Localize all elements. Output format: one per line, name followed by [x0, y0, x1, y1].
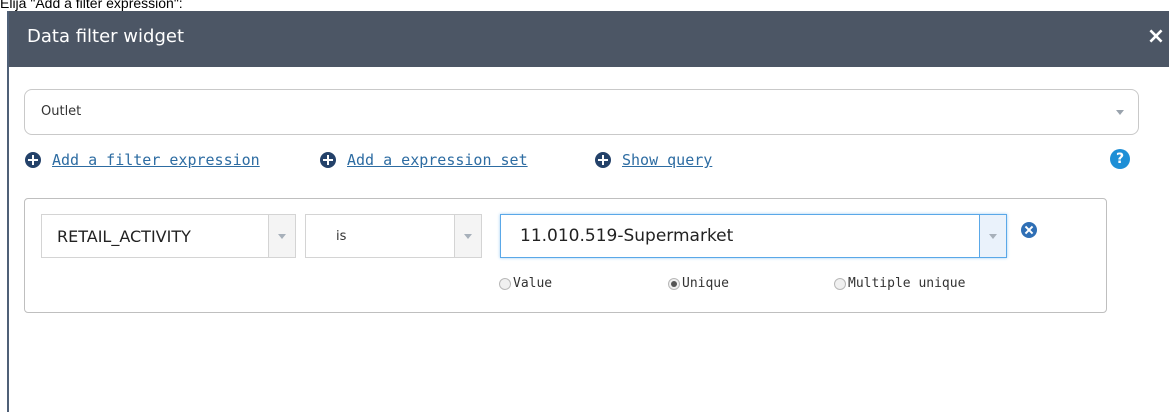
data-filter-dialog: Data filter widget × Outlet Add a filter… [7, 11, 1169, 412]
remove-expression-icon[interactable] [1021, 222, 1037, 238]
radio-unique-button[interactable] [668, 277, 680, 290]
chevron-down-icon[interactable] [454, 215, 481, 257]
chevron-down-icon[interactable] [979, 215, 1006, 257]
add-filter-expression-label: Add a filter expression [52, 151, 260, 169]
field-select-value: RETAIL_ACTIVITY [57, 227, 191, 246]
dialog-titlebar: Data filter widget × [9, 11, 1169, 67]
chevron-down-icon [1116, 110, 1124, 115]
radio-unique-label: Unique [682, 276, 729, 291]
radio-multiple-unique-label: Multiple unique [848, 276, 966, 291]
add-filter-expression-link[interactable]: Add a filter expression [25, 149, 260, 171]
add-expression-set-label: Add a expression set [347, 151, 528, 169]
radio-value-label: Value [513, 276, 553, 291]
show-query-link[interactable]: Show query [595, 149, 712, 171]
close-icon[interactable]: × [1145, 24, 1167, 50]
layer-select-value: Outlet [41, 104, 82, 119]
plus-circle-icon [25, 152, 41, 168]
radio-value-button[interactable] [499, 277, 511, 290]
operator-select[interactable]: is [305, 214, 482, 258]
radio-multiple-unique-button[interactable] [834, 277, 846, 290]
radio-value[interactable]: Value [499, 276, 552, 291]
field-select[interactable]: RETAIL_ACTIVITY [41, 214, 296, 258]
add-expression-set-link[interactable]: Add a expression set [320, 149, 528, 171]
help-icon[interactable]: ? [1110, 149, 1130, 169]
plus-circle-icon [320, 152, 336, 168]
instruction-caption: Elija "Add a filter expression": [0, 0, 183, 11]
layer-select[interactable]: Outlet [24, 89, 1139, 135]
dialog-title: Data filter widget [27, 26, 184, 47]
radio-unique[interactable]: Unique [668, 276, 729, 291]
operator-select-value: is [336, 229, 347, 244]
value-select-value: 11.010.519-Supermarket [520, 226, 734, 246]
show-query-label: Show query [622, 151, 713, 169]
value-select[interactable]: 11.010.519-Supermarket [500, 214, 1007, 258]
filter-expression-box: RETAIL_ACTIVITY is 11.010.519-Supermarke… [24, 198, 1107, 313]
plus-circle-icon [595, 152, 611, 168]
radio-multiple-unique[interactable]: Multiple unique [834, 276, 965, 291]
chevron-down-icon[interactable] [268, 215, 295, 257]
filter-actions: Add a filter expression Add a expression… [25, 149, 1145, 171]
